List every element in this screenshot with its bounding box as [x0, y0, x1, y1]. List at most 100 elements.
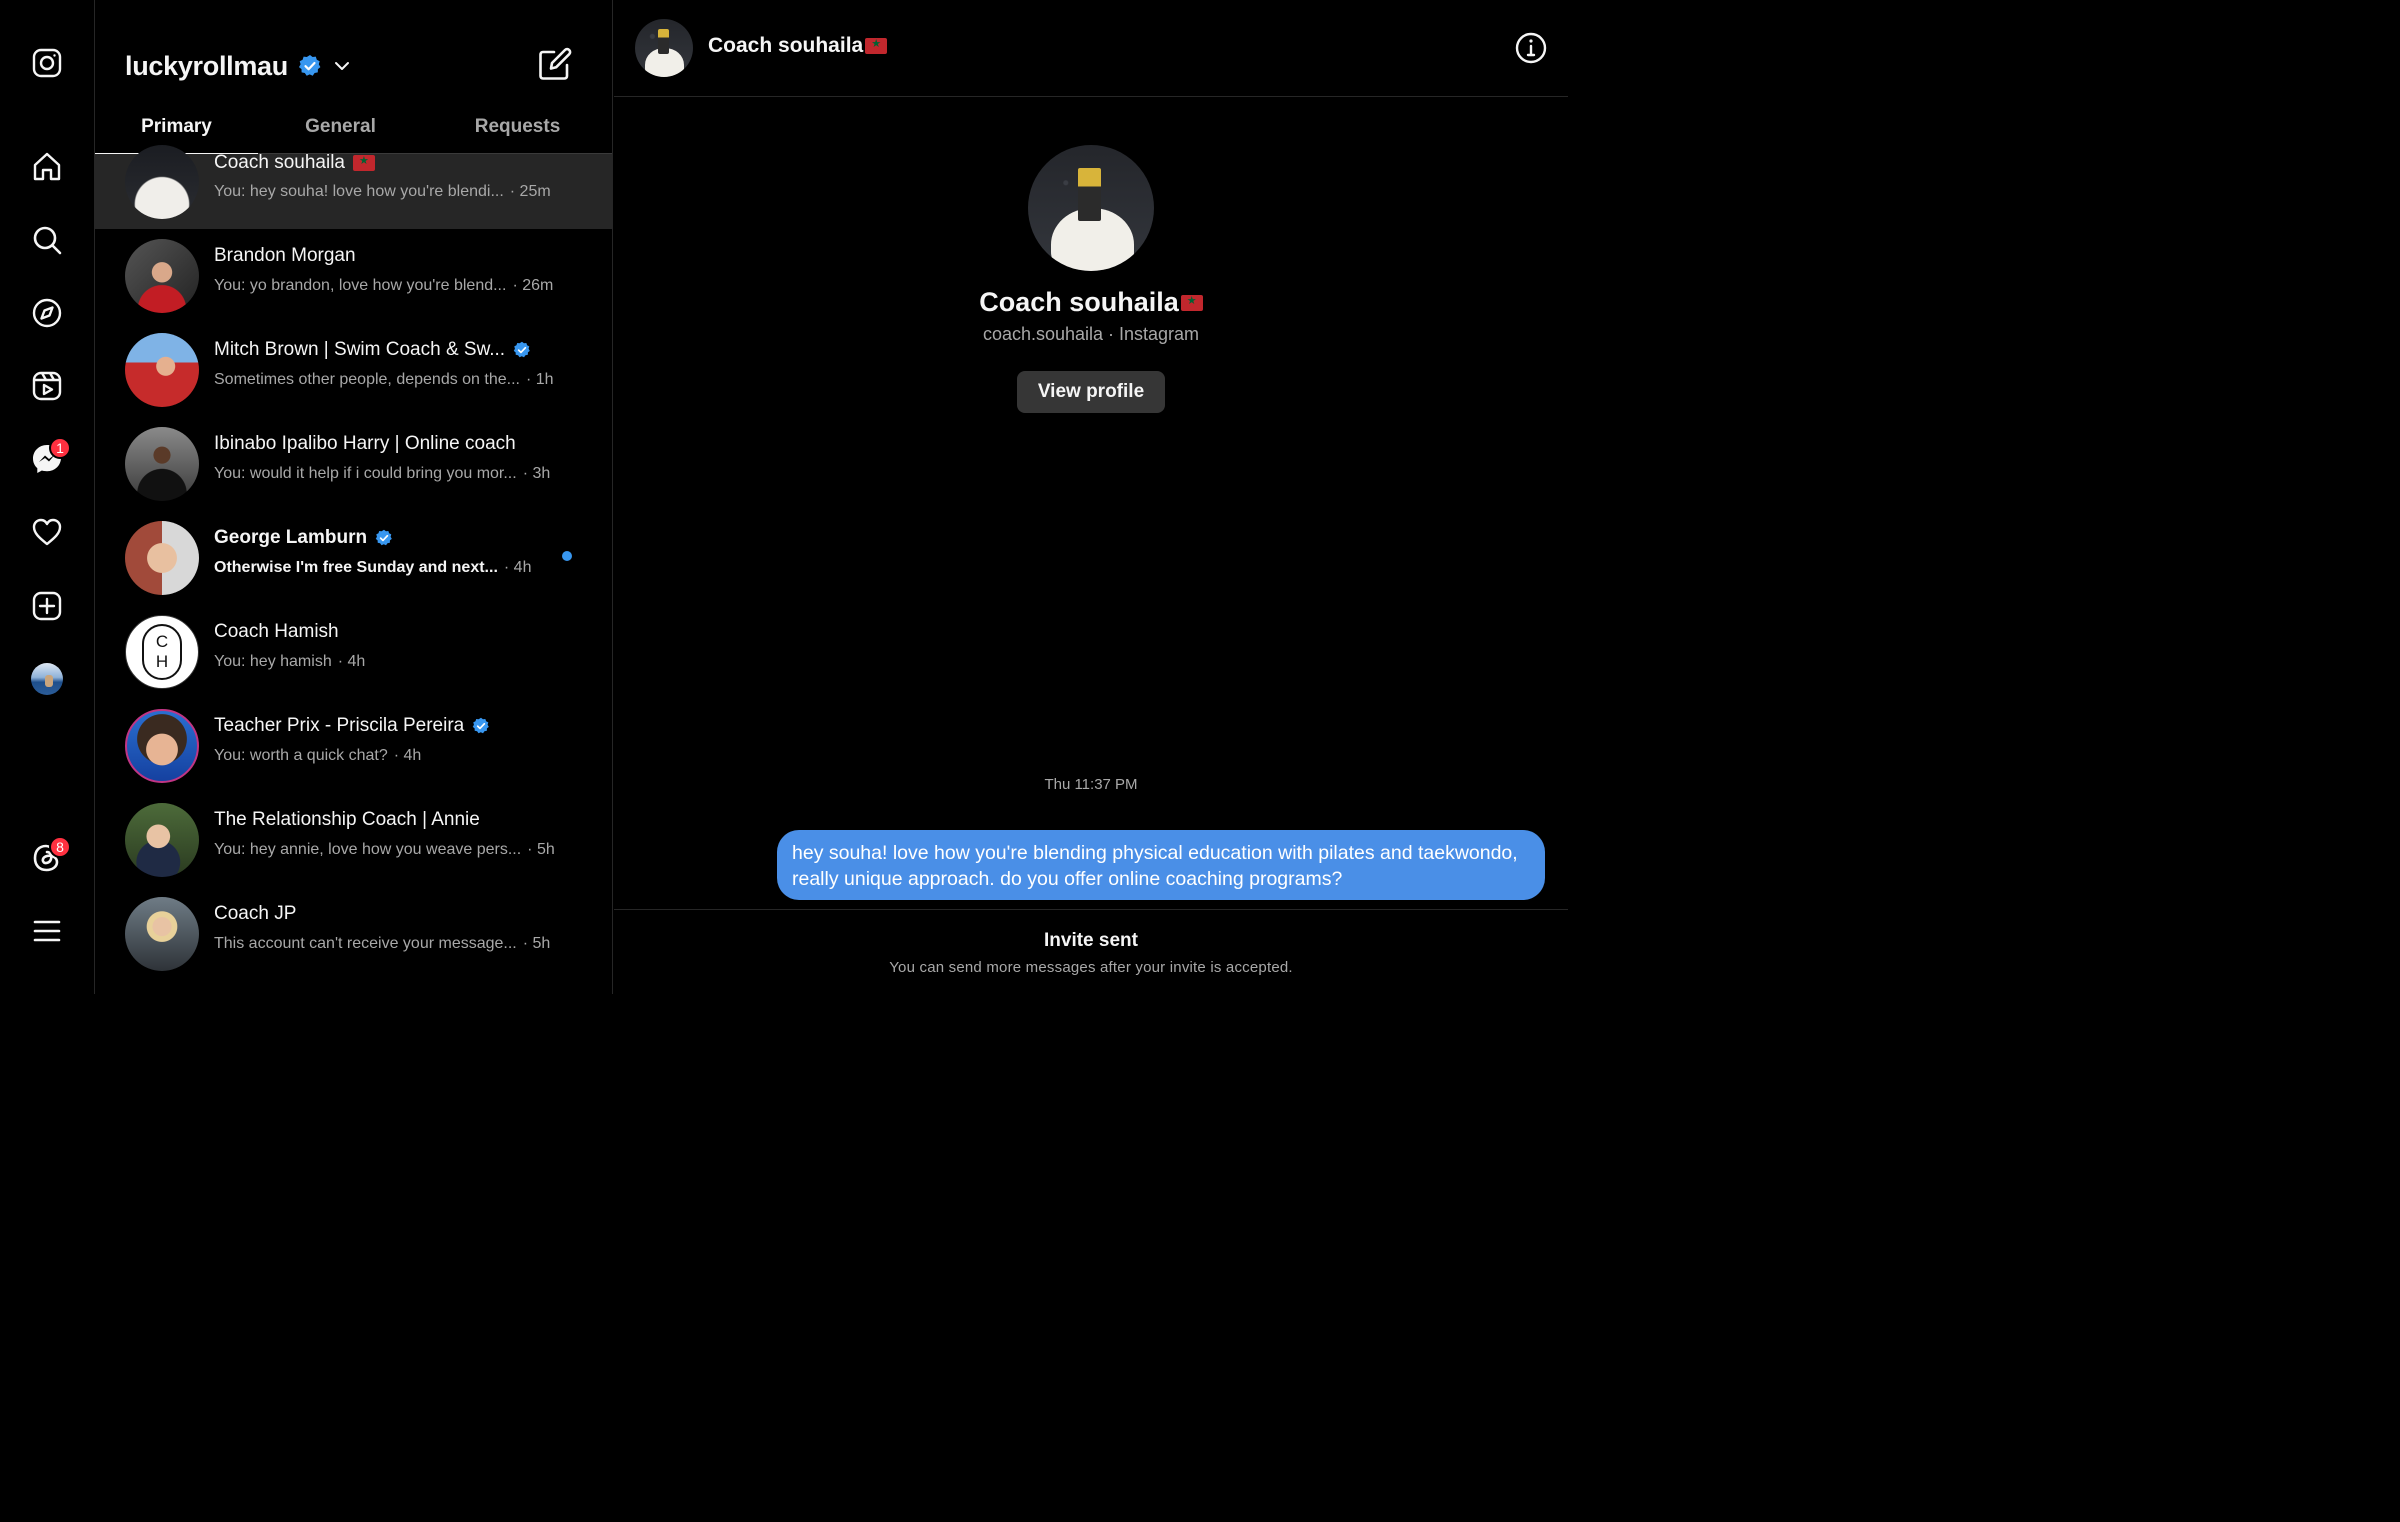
- message-timestamp: Thu 11:37 PM: [1044, 776, 1138, 793]
- messages-icon[interactable]: 1: [23, 435, 71, 483]
- profile-avatar-large[interactable]: [1028, 145, 1154, 271]
- avatar: [125, 803, 199, 877]
- thread-preview-text: You: yo brandon, love how you're blend..…: [214, 277, 507, 294]
- verified-badge-icon: [375, 529, 392, 546]
- thread-name-text: Ibinabo Ipalibo Harry | Online coach: [214, 433, 516, 454]
- profile-subtitle: coach.souhaila · Instagram: [982, 324, 1200, 344]
- thread-row-coach-jp[interactable]: Coach JP This account can't receive your…: [95, 887, 612, 981]
- avatar: [125, 897, 199, 971]
- thread-preview-text: You: hey souha! love how you're blendi..…: [214, 183, 504, 200]
- avatar: [125, 145, 199, 219]
- thread-row-priscila-pereira[interactable]: Teacher Prix - Priscila Pereira You: wor…: [95, 699, 612, 793]
- thread-row-relationship-coach-annie[interactable]: The Relationship Coach | Annie You: hey …: [95, 793, 612, 887]
- reels-icon[interactable]: [23, 362, 71, 410]
- home-icon[interactable]: [23, 143, 71, 191]
- verified-badge-icon: [298, 55, 321, 76]
- thread-preview: You: hey annie, love how you weave pers.…: [214, 841, 555, 859]
- nav-rail: 1 8: [0, 0, 95, 994]
- morocco-flag-icon: [865, 37, 888, 54]
- create-icon[interactable]: [23, 582, 71, 630]
- avatar: [125, 333, 199, 407]
- new-message-icon[interactable]: [537, 46, 573, 82]
- invite-subtitle: You can send more messages after your in…: [889, 959, 1293, 976]
- thread-preview-text: You: hey annie, love how you weave pers.…: [214, 841, 522, 858]
- thread-preview: Otherwise I'm free Sunday and next... · 4…: [214, 559, 531, 577]
- thread-time: · 5h: [522, 935, 551, 952]
- thread-name: Ibinabo Ipalibo Harry | Online coach: [214, 433, 516, 455]
- thread-preview: Sometimes other people, depends on the..…: [214, 371, 554, 389]
- avatar: [125, 427, 199, 501]
- thread-preview: You: would it help if i could bring you …: [214, 465, 550, 483]
- explore-icon[interactable]: [23, 289, 71, 337]
- thread-time: · 5h: [527, 841, 555, 858]
- thread-name-text: Coach JP: [214, 903, 297, 924]
- account-username: luckyrollmau: [125, 50, 288, 81]
- threads-badge: 8: [49, 836, 71, 858]
- thread-preview-text: You: worth a quick chat?: [214, 747, 388, 764]
- thread-preview-text: This account can't receive your message.…: [214, 935, 517, 952]
- account-switcher[interactable]: luckyrollmau: [125, 44, 352, 88]
- thread-preview-text: You: hey hamish: [214, 653, 332, 670]
- chat-header-avatar[interactable]: [635, 19, 693, 77]
- thread-row-mitch-brown[interactable]: Mitch Brown | Swim Coach & Sw... Sometim…: [95, 323, 612, 417]
- thread-time: · 26m: [512, 277, 554, 294]
- chat-panel: Coach souhaila Coach souhaila coach.souh…: [614, 0, 1568, 994]
- tab-general[interactable]: General: [258, 100, 423, 154]
- tab-requests[interactable]: Requests: [430, 100, 605, 154]
- thread-name: George Lamburn: [214, 527, 393, 549]
- profile-avatar[interactable]: [23, 655, 71, 703]
- thread-time: · 25m: [509, 183, 551, 200]
- thread-name-text: Mitch Brown | Swim Coach & Sw...: [214, 339, 506, 360]
- thread-name: Coach souhaila: [214, 152, 375, 174]
- avatar: [125, 239, 199, 313]
- search-icon[interactable]: [23, 216, 71, 264]
- threads-icon[interactable]: 8: [23, 834, 71, 882]
- thread-row-brandon-morgan[interactable]: Brandon Morgan You: yo brandon, love how…: [95, 229, 612, 323]
- chat-header-name[interactable]: Coach souhaila: [708, 34, 888, 58]
- profile-name-text: Coach souhaila: [979, 287, 1179, 317]
- thread-preview: This account can't receive your message.…: [214, 935, 550, 953]
- verified-badge-icon: [513, 341, 530, 358]
- thread-name: Mitch Brown | Swim Coach & Sw...: [214, 339, 531, 361]
- chat-header: Coach souhaila: [614, 0, 1568, 97]
- thread-time: · 3h: [522, 465, 551, 482]
- thread-time: · 4h: [337, 653, 366, 670]
- avatar: CH: [125, 615, 199, 689]
- info-icon[interactable]: [1514, 31, 1548, 65]
- chat-header-name-text: Coach souhaila: [708, 34, 864, 57]
- morocco-flag-icon: [352, 154, 375, 171]
- thread-time: · 1h: [525, 371, 554, 388]
- invite-title: Invite sent: [1044, 930, 1138, 951]
- thread-time: · 4h: [503, 559, 532, 576]
- thread-preview: You: worth a quick chat? · 4h: [214, 747, 421, 765]
- thread-name: Teacher Prix - Priscila Pereira: [214, 715, 490, 737]
- avatar: [125, 521, 199, 595]
- view-profile-button[interactable]: View profile: [1016, 371, 1166, 413]
- menu-icon[interactable]: [23, 907, 71, 955]
- thread-name-text: The Relationship Coach | Annie: [214, 809, 480, 830]
- notifications-heart-icon[interactable]: [23, 508, 71, 556]
- thread-name: The Relationship Coach | Annie: [214, 809, 480, 831]
- messages-badge: 1: [49, 437, 71, 459]
- chevron-down-icon: [334, 62, 349, 70]
- thread-time: · 4h: [393, 747, 422, 764]
- instagram-logo-icon[interactable]: [23, 39, 71, 87]
- thread-name-text: George Lamburn: [214, 527, 368, 548]
- thread-row-coach-souhaila[interactable]: Coach souhaila You: hey souha! love how …: [95, 145, 612, 229]
- thread-row-george-lamburn[interactable]: George Lamburn Otherwise I'm free Sunday…: [95, 511, 612, 605]
- tab-primary[interactable]: Primary: [95, 100, 258, 155]
- thread-preview: You: hey hamish · 4h: [214, 653, 365, 671]
- avatar-monogram: CH: [142, 624, 182, 680]
- thread-preview-text: Otherwise I'm free Sunday and next...: [214, 559, 498, 576]
- thread-row-coach-hamish[interactable]: CH Coach Hamish You: hey hamish · 4h: [95, 605, 612, 699]
- thread-name-text: Coach souhaila: [214, 152, 345, 173]
- thread-name: Brandon Morgan: [214, 245, 356, 267]
- monogram-letter: H: [155, 652, 169, 671]
- sent-message-bubble[interactable]: hey souha! love how you're blending phys…: [777, 830, 1545, 900]
- thread-row-ibinabo-harry[interactable]: Ibinabo Ipalibo Harry | Online coach You…: [95, 417, 612, 511]
- thread-preview: You: yo brandon, love how you're blend..…: [214, 277, 553, 295]
- thread-preview-text: Sometimes other people, depends on the..…: [214, 371, 520, 388]
- thread-name-text: Brandon Morgan: [214, 245, 356, 266]
- thread-name: Coach JP: [214, 903, 296, 925]
- thread-name: Coach Hamish: [214, 621, 339, 643]
